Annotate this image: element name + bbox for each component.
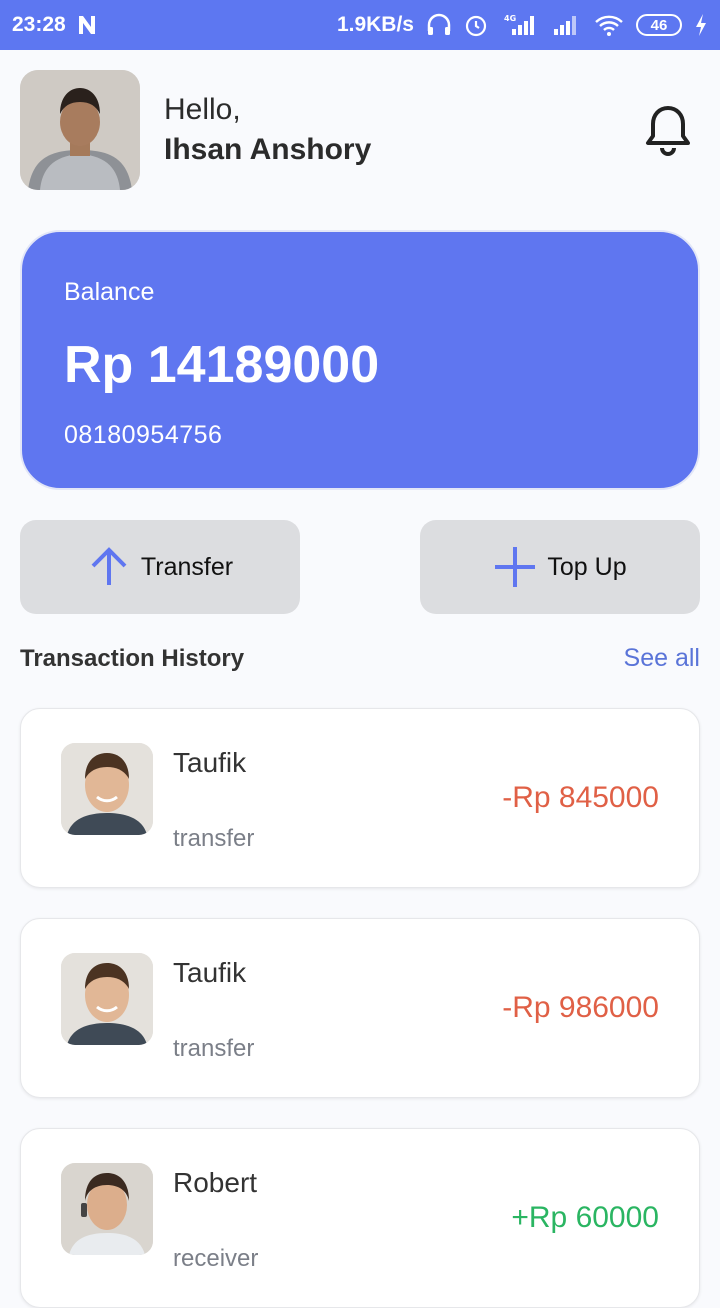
status-right: 1.9KB/s 4G 46 (337, 13, 708, 37)
transaction-name: Taufik (173, 957, 247, 988)
bell-icon[interactable] (640, 102, 696, 158)
transfer-button[interactable]: Transfer (20, 520, 300, 614)
profile-header: Hello, Ihsan Anshory (20, 70, 700, 190)
person-photo (61, 1163, 153, 1255)
transaction-amount: -Rp 845000 (502, 781, 659, 814)
transaction-item[interactable]: Taufik transfer -Rp 845000 (20, 708, 700, 888)
balance-phone: 08180954756 (64, 421, 223, 449)
plus-icon (495, 547, 536, 587)
balance-card: Balance Rp 14189000 08180954756 (20, 230, 700, 490)
status-time: 23:28 (12, 13, 66, 36)
transaction-avatar (61, 1163, 153, 1255)
network-speed: 1.9KB/s (336, 13, 414, 36)
balance-label: Balance (64, 278, 155, 306)
alarm-icon (465, 15, 487, 37)
battery-indicator: 46 (636, 14, 682, 36)
person-photo (61, 953, 153, 1045)
history-title: Transaction History (20, 644, 245, 672)
arrow-up-icon (91, 547, 127, 585)
transaction-type: receiver (173, 1245, 259, 1272)
transaction-item[interactable]: Taufik transfer -Rp 986000 (20, 918, 700, 1098)
greeting-block: Hello, Ihsan Anshory (164, 93, 640, 167)
transaction-amount: -Rp 986000 (502, 991, 659, 1024)
user-photo (20, 70, 140, 190)
top-up-label: Top Up (547, 552, 627, 581)
wifi-icon (595, 15, 623, 36)
greeting-text: Hello, (164, 93, 241, 126)
person-photo (61, 743, 153, 835)
transaction-type: transfer (173, 825, 255, 852)
transaction-item[interactable]: Robert receiver +Rp 60000 (20, 1128, 700, 1308)
headphones-icon (427, 13, 451, 35)
transaction-amount: +Rp 60000 (511, 1201, 659, 1234)
n-icon (78, 16, 95, 34)
signal-4g-icon: 4G (504, 14, 534, 35)
transaction-avatar (61, 743, 153, 835)
balance-amount: Rp 14189000 (64, 336, 380, 394)
transfer-label: Transfer (140, 552, 234, 581)
see-all-link[interactable]: See all (624, 644, 700, 673)
signal-icon (554, 16, 576, 35)
transaction-name: Robert (173, 1167, 258, 1198)
charging-icon (696, 14, 706, 36)
transaction-type: transfer (173, 1035, 255, 1062)
action-buttons: Transfer Top Up (20, 520, 700, 614)
transaction-name: Taufik (173, 747, 247, 778)
history-header: Transaction History See all (20, 644, 700, 673)
status-bar: 23:28 1.9KB/s 4G 46 (0, 0, 720, 50)
svg-text:4G: 4G (504, 14, 516, 23)
user-name: Ihsan Anshory (164, 133, 372, 166)
top-up-button[interactable]: Top Up (420, 520, 700, 614)
transaction-avatar (61, 953, 153, 1045)
user-avatar[interactable] (20, 70, 140, 190)
status-left: 23:28 (12, 13, 98, 37)
